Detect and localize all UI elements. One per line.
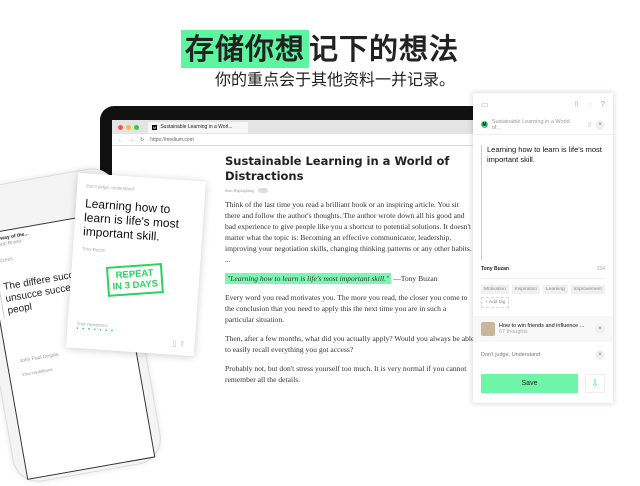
note-text[interactable]: Learning how to learn is life's most imp… (481, 145, 605, 260)
bookmark-icon[interactable]: ▯ (588, 122, 591, 128)
back-icon[interactable]: ← (118, 137, 123, 143)
book-cover (481, 322, 495, 336)
phone-footer-author: John Paul Degala (19, 351, 60, 365)
paragraph: Think of the last time you read a brilli… (225, 200, 472, 264)
close-icon[interactable]: × (595, 324, 605, 334)
subtitle: 你的重点会于其他资料一并记录。 (214, 70, 455, 89)
book-count: 67 thoughts (499, 329, 528, 335)
card-text: Learning how to learn is life's most imp… (82, 196, 180, 244)
maximize-dot[interactable] (134, 124, 139, 130)
close-icon[interactable]: × (595, 119, 605, 130)
download-icon[interactable]: ⇩ (585, 374, 605, 393)
headline-highlight: 存储你想 (180, 30, 309, 68)
minimize-dot[interactable] (126, 124, 131, 130)
phone-repetitions-label: Your repetitions (21, 366, 54, 378)
tags: Motivation Inspiration Learning Improvem… (473, 279, 613, 314)
paragraph: Probably not, but don't stress yourself … (225, 364, 467, 384)
tag[interactable]: Inspiration (511, 285, 541, 294)
toggle-label: Start Highlighting (225, 188, 254, 193)
forward-icon[interactable]: → (129, 137, 134, 143)
comment-icon[interactable]: ◌ (588, 100, 593, 109)
repeat-stamp: REPEAT IN 3 DAYS (105, 263, 164, 297)
card-author: Tony Buzan (81, 246, 106, 253)
char-count: 154 (596, 266, 605, 272)
add-tag-button[interactable]: + Add tag (481, 297, 510, 308)
article-title: Sustainable Learning in a World of Distr… (225, 154, 450, 183)
screen-icon[interactable]: ▭ (481, 100, 489, 109)
repeat-card: Don't judge, understand Learning how to … (66, 172, 206, 357)
headline-rest: 记下的想法 (309, 32, 460, 66)
note-label[interactable]: Don't judge, Understand (481, 352, 540, 358)
highlighted-quote[interactable]: "Learning how to learn is life's most im… (225, 273, 392, 284)
bookmark-icon[interactable]: ▯ (172, 339, 177, 348)
article: Sustainable Learning in a World of Distr… (225, 154, 475, 393)
close-icon[interactable]: × (595, 350, 605, 360)
medium-icon: M (481, 121, 488, 128)
paragraph: Then, after a few months, what did you a… (225, 334, 475, 354)
note-author: Tony Buzan (481, 266, 509, 272)
highlight-toggle[interactable] (258, 188, 268, 193)
card-header: Don't judge, understand (86, 183, 135, 192)
help-icon[interactable]: ? (601, 100, 605, 109)
reload-icon[interactable]: ↻ (140, 137, 144, 143)
headline: 存储你想 记下的想法 (0, 26, 640, 68)
quote-author: —Tony Buzan (393, 274, 438, 283)
medium-icon: M (152, 124, 158, 130)
source-title: Sustainable Learning in a World of... (491, 118, 570, 131)
paragraph: Every word you read motivates you. The m… (225, 293, 468, 324)
tag[interactable]: Learning (543, 285, 568, 294)
tab-title: Sustainable Learning in a Worl... (160, 124, 233, 130)
tag[interactable]: Motivation (481, 285, 509, 294)
browser-tab[interactable]: M Sustainable Learning in a Worl... (148, 121, 248, 133)
extension-panel: ▭ ⇧ ◌? M Sustainable Learning in a World of… (473, 93, 613, 403)
close-dot[interactable] (118, 124, 123, 130)
url-text[interactable]: https://medium.com (150, 137, 194, 143)
tag[interactable]: Improvement (570, 285, 605, 294)
save-button[interactable]: Save (481, 374, 578, 393)
share-icon[interactable]: ⇧ (573, 100, 580, 109)
book-item[interactable]: How to win friends and influence ... 67 t… (473, 316, 613, 342)
share-icon[interactable]: ⇧ (179, 339, 186, 348)
